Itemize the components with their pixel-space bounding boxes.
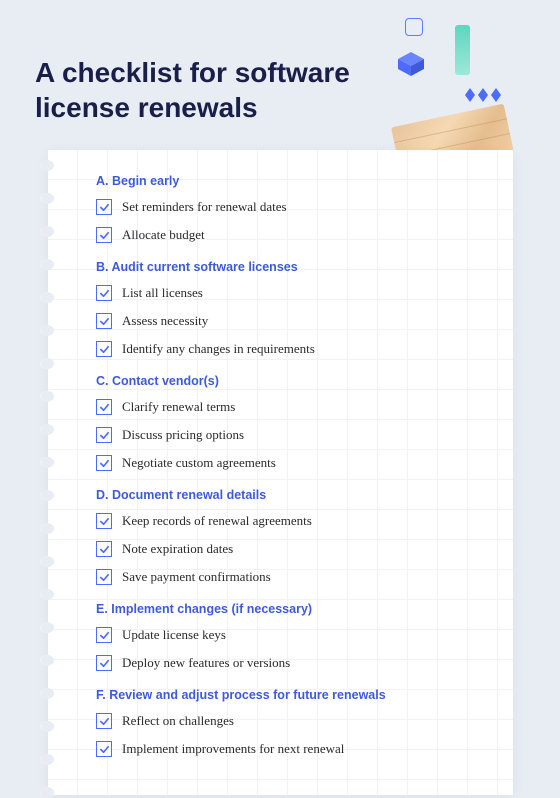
checklist-section: B. Audit current software licenses List a… [96,260,483,360]
checklist-item: List all licenses [96,282,483,304]
checklist-item-text: Discuss pricing options [122,427,244,444]
checklist-item: Assess necessity [96,310,483,332]
decor-square-outline [405,18,423,36]
checklist-section: E. Implement changes (if necessary) Updat… [96,602,483,674]
checklist-item: Clarify renewal terms [96,396,483,418]
checklist-section: C. Contact vendor(s) Clarify renewal term… [96,374,483,474]
checklist-item: Discuss pricing options [96,424,483,446]
notepad-hole [40,358,54,369]
notepad-hole [40,655,54,666]
checklist-item-text: Keep records of renewal agreements [122,513,312,530]
check-icon [96,427,112,443]
page-title: A checklist for software license renewal… [35,55,365,125]
checklist-item-text: Clarify renewal terms [122,399,235,416]
check-icon [96,655,112,671]
notepad-holes [40,160,54,798]
section-heading: F. Review and adjust process for future … [96,688,483,702]
section-heading: C. Contact vendor(s) [96,374,483,388]
notepad-hole [40,259,54,270]
notepad-hole [40,787,54,798]
checklist-item: Allocate budget [96,224,483,246]
check-icon [96,569,112,585]
check-icon [96,513,112,529]
notepad-hole [40,589,54,600]
checklist-item-text: Negotiate custom agreements [122,455,276,472]
section-heading: D. Document renewal details [96,488,483,502]
notepad-hole [40,721,54,732]
checklist-item-text: Set reminders for renewal dates [122,199,287,216]
check-icon [96,627,112,643]
checklist-item-text: Update license keys [122,627,226,644]
notepad-hole [40,622,54,633]
checklist-item-text: Implement improvements for next renewal [122,741,344,758]
check-icon [96,399,112,415]
checklist-section: D. Document renewal details Keep records … [96,488,483,588]
checklist-item: Negotiate custom agreements [96,452,483,474]
check-icon [96,313,112,329]
notepad: A. Begin early Set reminders for renewal … [48,150,513,795]
checklist-item-text: Assess necessity [122,313,208,330]
notepad-hole [40,193,54,204]
checklist-item-text: Reflect on challenges [122,713,234,730]
notepad-hole [40,457,54,468]
checklist-section: F. Review and adjust process for future … [96,688,483,760]
check-icon [96,285,112,301]
checklist-item: Reflect on challenges [96,710,483,732]
checklist-item-text: Allocate budget [122,227,205,244]
checklist-item: Identify any changes in requirements [96,338,483,360]
checklist-item-text: Note expiration dates [122,541,233,558]
check-icon [96,541,112,557]
checklist-item: Update license keys [96,624,483,646]
notepad-hole [40,688,54,699]
check-icon [96,455,112,471]
checklist-item: Save payment confirmations [96,566,483,588]
notepad-hole [40,160,54,171]
section-heading: B. Audit current software licenses [96,260,483,274]
checklist-item-text: List all licenses [122,285,203,302]
check-icon [96,341,112,357]
checklist-item: Set reminders for renewal dates [96,196,483,218]
notepad-hole [40,490,54,501]
decor-green-bar [455,25,470,75]
decor-iso-cube [396,50,426,78]
section-heading: A. Begin early [96,174,483,188]
notepad-hole [40,325,54,336]
section-heading: E. Implement changes (if necessary) [96,602,483,616]
notepad-hole [40,391,54,402]
check-icon [96,227,112,243]
checklist-item: Keep records of renewal agreements [96,510,483,532]
checklist-item-text: Identify any changes in requirements [122,341,315,358]
check-icon [96,741,112,757]
notepad-hole [40,523,54,534]
checklist-item: Note expiration dates [96,538,483,560]
check-icon [96,199,112,215]
notepad-hole [40,226,54,237]
notepad-hole [40,556,54,567]
checklist-item: Deploy new features or versions [96,652,483,674]
notepad-hole [40,292,54,303]
checklist-item-text: Save payment confirmations [122,569,271,586]
checklist-item: Implement improvements for next renewal [96,738,483,760]
checklist-section: A. Begin early Set reminders for renewal … [96,174,483,246]
notepad-hole [40,424,54,435]
decor-diamonds [465,88,501,102]
notepad-hole [40,754,54,765]
check-icon [96,713,112,729]
checklist-item-text: Deploy new features or versions [122,655,290,672]
